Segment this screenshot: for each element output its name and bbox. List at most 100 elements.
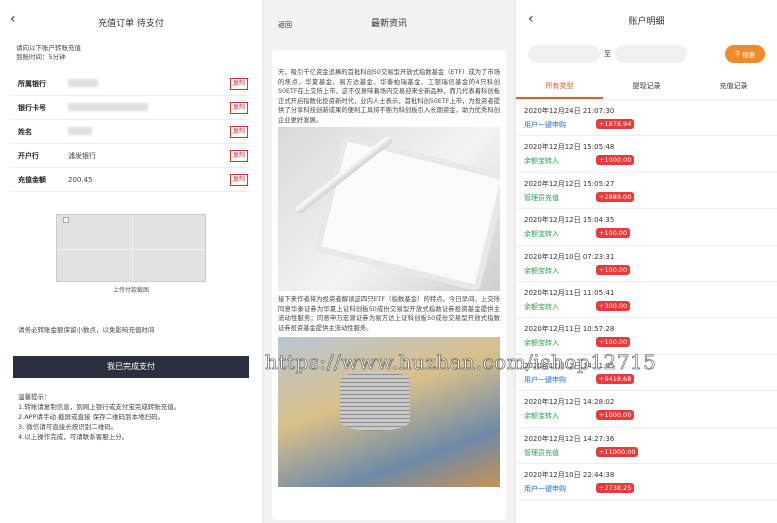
recharge-hint: 请向以下账户转账充值 到账时间：5分钟 — [0, 44, 262, 62]
upload-screenshot-box[interactable] — [56, 214, 206, 282]
tip-item: 1.转账请复制信息，到网上银行或支付宝完成转账充值。 — [18, 403, 181, 411]
row-value: 浦发银行 — [68, 151, 96, 160]
search-label: 搜索 — [742, 51, 756, 59]
record-date: 2020年12月10日 07:23:31 — [524, 252, 615, 261]
article-paragraph: 天，吸引千亿资金追捧的首批科创50交易型开放式指数基金（ETF）成为了市场的焦点… — [278, 69, 500, 124]
record-date: 2020年12月12日 15:05:27 — [524, 179, 615, 188]
record-amount-badge: +100.00 — [596, 264, 631, 275]
record-type: 用户一键申购 — [524, 375, 566, 384]
record-amount-badge: +2738.25 — [596, 482, 635, 493]
record-amount-badge: +1000.00 — [596, 410, 635, 421]
copy-button[interactable]: 复制 — [229, 174, 248, 186]
info-row-branch: 开户行 浦发银行 复制 — [10, 144, 252, 168]
page-title: 最新资讯 — [370, 18, 407, 29]
record-date: 2020年12月11日 10:57:28 — [524, 325, 615, 334]
recharge-order-panel: ‹ 充值订单 待支付 请向以下账户转账充值 到账时间：5分钟 所属银行 复制 银… — [0, 0, 262, 523]
record-type: 余额宝转入 — [524, 230, 559, 239]
record-row: 2020年12月12日 15:05:48 余额宝转入 +1000.00 — [516, 136, 777, 173]
page-title: 充值订单 待支付 — [98, 18, 164, 29]
search-button[interactable]: ⚲ 搜索 — [725, 45, 765, 63]
tips-block: 温馨提示： 1.转账请复制信息，到网上银行或支付宝完成转账充值。 2.APP请手… — [18, 392, 262, 442]
chevron-left-icon[interactable]: ‹ — [528, 12, 534, 26]
tips-title: 温馨提示： — [18, 393, 51, 401]
record-amount-badge: +100.00 — [596, 228, 631, 239]
row-value — [68, 78, 252, 89]
tab-all-types[interactable]: 所有类型 — [516, 74, 603, 99]
record-type: 余额宝转入 — [524, 266, 559, 275]
record-type: 余额宝转入 — [524, 157, 559, 166]
record-row: 2020年12月10日 22:44:38 用户一键申购 +2738.25 — [516, 464, 777, 501]
watermark: https://www.huzhan.com/ishop12715 — [265, 350, 657, 375]
end-date-input[interactable] — [615, 45, 687, 63]
row-label: 银行卡号 — [18, 103, 46, 112]
record-tabs: 所有类型 提现记录 充值记录 — [516, 74, 777, 100]
search-icon: ⚲ — [734, 50, 741, 58]
record-row: 2020年12月12日 15:05:27 管理员充值 +2889.00 — [516, 173, 777, 210]
tab-recharges[interactable]: 充值记录 — [690, 74, 777, 99]
record-type: 用户一键申购 — [524, 121, 566, 129]
record-type: 用户一键申购 — [524, 484, 566, 493]
record-type: 余额宝转入 — [524, 412, 559, 421]
row-value — [68, 126, 252, 137]
copy-button[interactable]: 复制 — [229, 102, 248, 114]
page-title: 账户明细 — [628, 16, 665, 27]
record-date: 2020年12月12日 14:27:36 — [524, 434, 615, 443]
record-date: 2020年12月12日 14:28:02 — [524, 398, 615, 407]
info-row-card: 银行卡号 复制 — [10, 96, 252, 120]
account-info: 所属银行 复制 银行卡号 复制 姓名 复制 开户行 浦发银行 复制 充值金额 2… — [10, 72, 252, 192]
record-row: 2020年12月11日 11:05:41 余额宝转入 +300.00 — [516, 282, 777, 319]
record-row: 2020年12月12日 14:28:02 余额宝转入 +1000.00 — [516, 391, 777, 428]
broken-image-icon — [63, 217, 69, 223]
article-card: 天，吸引千亿资金追捧的首批科创50交易型开放式指数基金（ETF）成为了市场的焦点… — [272, 50, 506, 520]
record-amount-badge: +100.00 — [596, 337, 631, 348]
record-type: 管理员充值 — [524, 448, 559, 457]
tip-item: 4.以上操作完成，可请联系客服上分。 — [18, 433, 129, 441]
record-type: 管理员充值 — [524, 193, 559, 202]
back-link[interactable]: 返回 — [278, 20, 292, 30]
hint-line: 请向以下账户转账充值 — [16, 44, 81, 52]
news-header: 返回 最新资讯 — [264, 0, 514, 44]
record-amount-badge: +300.00 — [596, 300, 631, 311]
tab-withdrawals[interactable]: 提现记录 — [603, 74, 690, 99]
info-row-amount: 充值金额 200.45 复制 — [10, 168, 252, 192]
decimal-warning: 请务必转账金额保留小数点，以免影响充值时间 — [18, 326, 155, 334]
tip-item: 3. 微信请可直接长按识别二维码。 — [18, 423, 118, 431]
row-value: 200.45 — [68, 175, 93, 184]
article-paragraph: 接下来作者将为投资者解读这四只ETF（指数基金）的特点。今日早间，上交所同意华泰… — [278, 296, 500, 332]
record-amount-badge: +1000.00 — [596, 155, 635, 166]
to-label: 至 — [604, 50, 611, 58]
record-row: 2020年12月10日 07:23:31 余额宝转入 +100.00 — [516, 246, 777, 282]
ledger-header: ‹ 账户明细 — [516, 0, 777, 40]
record-amount-badge: +9418.68 — [596, 373, 635, 384]
payment-done-button[interactable]: 我已完成支付 — [13, 356, 249, 378]
record-amount-badge: +1878.94 — [596, 119, 635, 129]
tip-item: 2.APP请手动 截屏或直接 保存二维码到本地扫码。 — [18, 413, 165, 421]
record-row: 2020年12月24日 21:07:30 用户一键申购 +1878.94 — [516, 100, 777, 137]
record-row: 2020年12月12日 14:27:36 管理员充值 +11000.00 — [516, 428, 777, 464]
account-ledger-panel: ‹ 账户明细 至 ⚲ 搜索 所有类型 提现记录 充值记录 2020年12月24日… — [516, 0, 777, 523]
row-label: 开户行 — [18, 151, 39, 160]
record-date: 2020年12月12日 15:04:35 — [524, 216, 615, 225]
article-image-tablet — [278, 127, 500, 291]
record-date: 2020年12月24日 21:07:30 — [524, 107, 615, 115]
upload-caption: 上传付款截图 — [112, 287, 149, 294]
row-label: 充值金额 — [18, 175, 46, 184]
copy-button[interactable]: 复制 — [229, 126, 248, 138]
record-row: 2020年12月12日 15:04:35 余额宝转入 +100.00 — [516, 209, 777, 246]
record-date: 2020年12月11日 11:05:41 — [524, 288, 615, 297]
record-date: 2020年12月12日 15:05:48 — [524, 143, 615, 152]
info-row-bank: 所属银行 复制 — [10, 72, 252, 96]
record-type: 余额宝转入 — [524, 302, 559, 311]
copy-button[interactable]: 复制 — [229, 78, 248, 90]
row-label: 姓名 — [18, 127, 32, 136]
recharge-header: ‹ 充值订单 待支付 — [0, 0, 262, 44]
info-row-name: 姓名 复制 — [10, 120, 252, 144]
row-value — [68, 102, 252, 113]
start-date-input[interactable] — [528, 45, 600, 63]
record-type: 余额宝转入 — [524, 339, 559, 348]
copy-button[interactable]: 复制 — [229, 150, 248, 162]
chevron-left-icon[interactable]: ‹ — [10, 12, 16, 26]
record-amount-badge: +2889.00 — [596, 191, 635, 202]
row-label: 所属银行 — [18, 79, 46, 88]
news-panel: 返回 最新资讯 天，吸引千亿资金追捧的首批科创50交易型开放式指数基金（ETF）… — [264, 0, 514, 523]
